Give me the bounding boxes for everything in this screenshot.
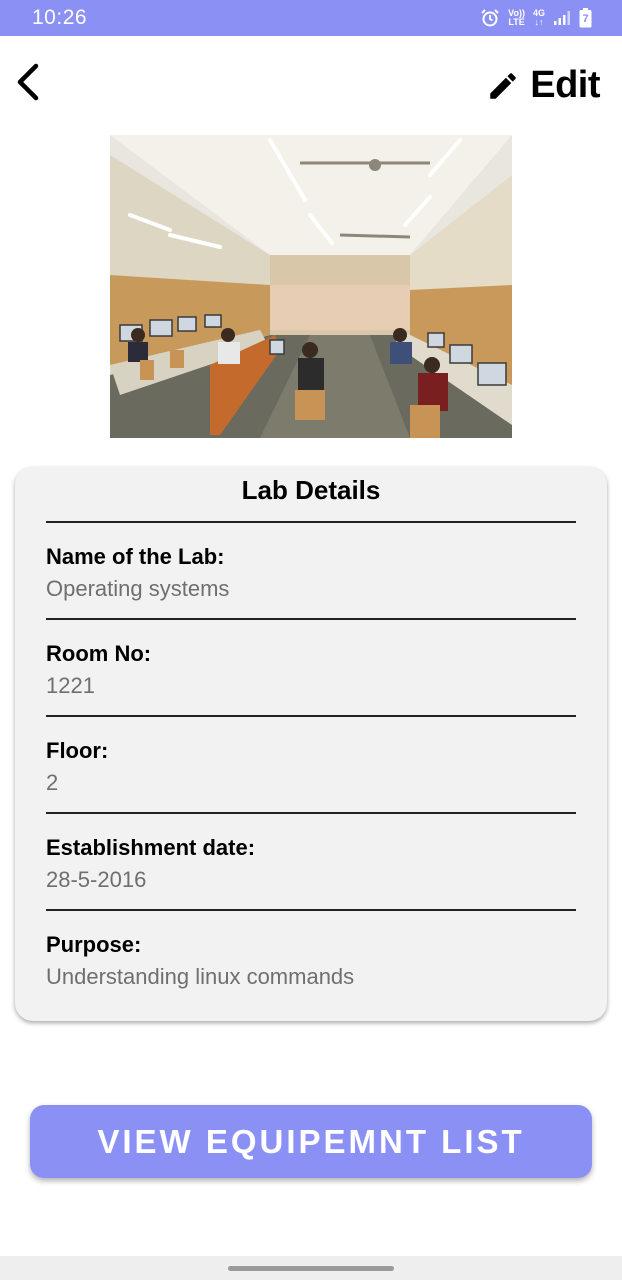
chevron-left-icon (17, 63, 39, 101)
lab-details-card: Lab Details Name of the Lab: Operating s… (15, 467, 607, 1021)
battery-icon: 7 (579, 8, 592, 28)
divider (46, 909, 576, 911)
floor-label: Floor: (46, 738, 109, 763)
home-indicator[interactable] (228, 1266, 394, 1271)
lab-name-value: Operating systems (46, 576, 230, 601)
volte-indicator: Vo)) LTE (508, 9, 525, 27)
status-time: 10:26 (32, 6, 88, 29)
divider (46, 618, 576, 620)
divider (46, 521, 576, 523)
pencil-icon (490, 72, 516, 99)
card-title: Lab Details (241, 475, 381, 505)
edit-label: Edit (530, 64, 600, 106)
purpose-label: Purpose: (46, 932, 142, 957)
status-bar: 10:26 Vo)) LTE 4G ↓↑ 7 (0, 0, 622, 36)
back-button[interactable] (10, 58, 50, 106)
lab-photo (110, 135, 512, 438)
divider (46, 812, 576, 814)
divider (46, 715, 576, 717)
signal-icon (554, 11, 570, 25)
battery-level: 7 (582, 13, 589, 25)
lab-name-label: Name of the Lab: (46, 544, 225, 569)
data-arrows-icon: ↓↑ (534, 17, 544, 27)
status-icons: Vo)) LTE 4G ↓↑ 7 (480, 8, 592, 28)
volte-bottom: LTE (508, 17, 525, 27)
purpose-value: Understanding linux commands (46, 964, 355, 989)
navigation-bar (0, 1256, 622, 1280)
room-no-value: 1221 (46, 673, 95, 698)
network-indicator: 4G ↓↑ (533, 9, 545, 27)
establishment-date-value: 28-5-2016 (46, 867, 147, 892)
edit-button[interactable]: Edit (486, 64, 600, 107)
room-no-label: Room No: (46, 641, 152, 666)
alarm-icon (481, 9, 499, 27)
view-equipment-list-button[interactable]: VIEW EQUIPEMNT LIST (30, 1105, 592, 1178)
floor-value: 2 (46, 770, 59, 795)
establishment-date-label: Establishment date: (46, 835, 256, 860)
